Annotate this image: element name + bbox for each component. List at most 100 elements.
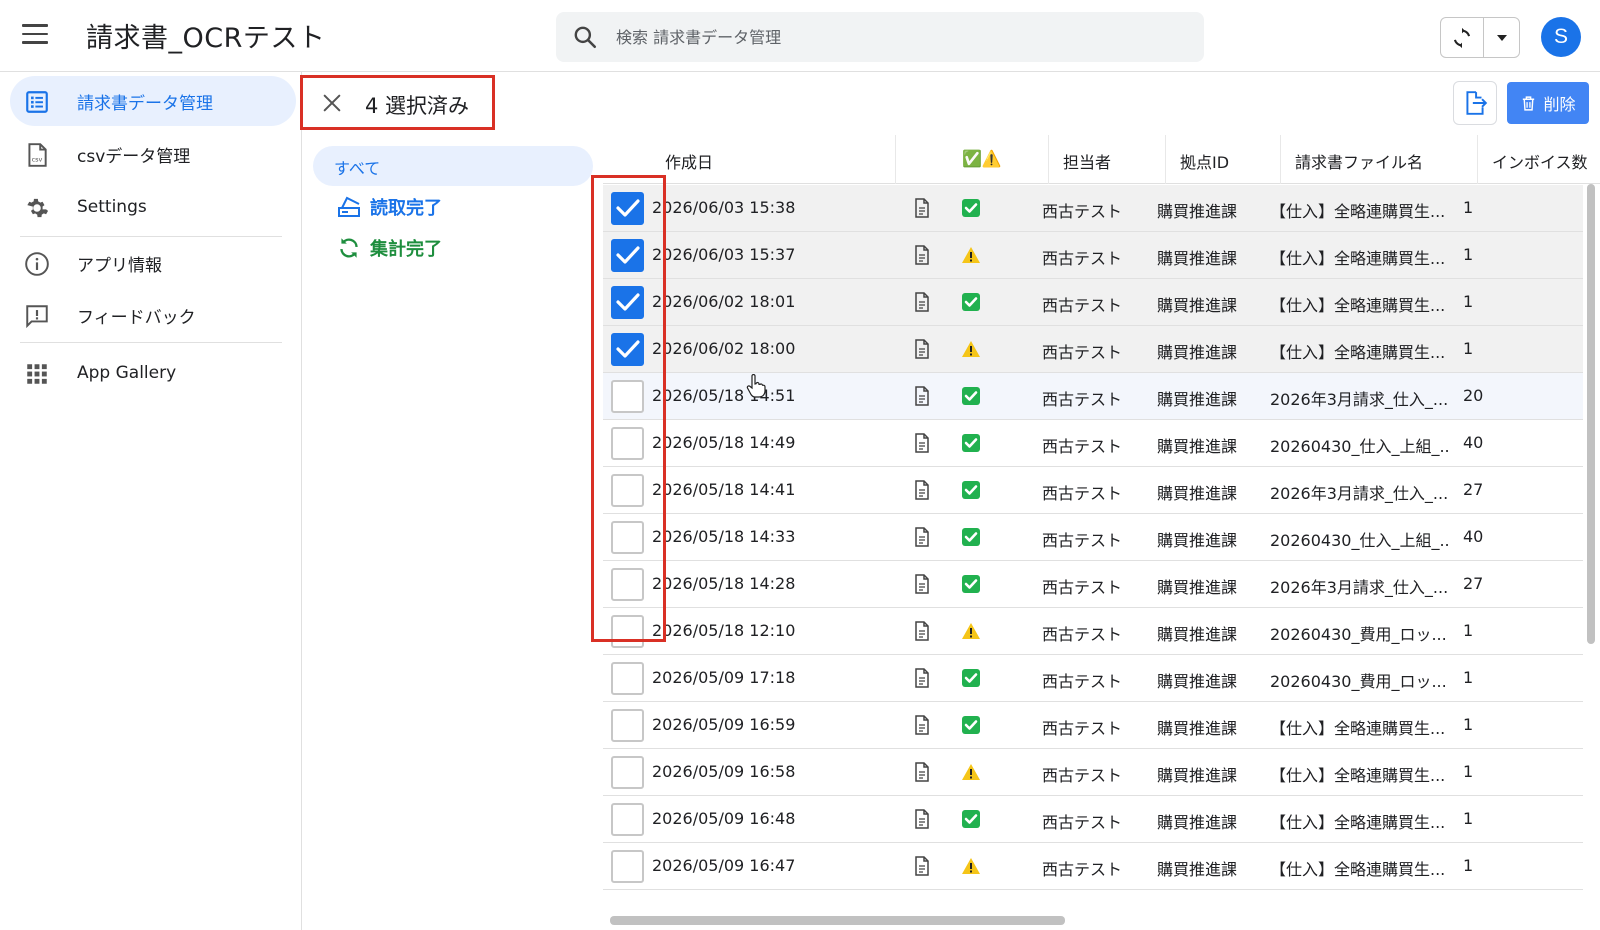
refresh-dropdown-button[interactable]: [1484, 18, 1519, 57]
table-row[interactable]: 2026/06/02 18:00 西古テスト 購買推進課 【仕入】全略連購買生... 1: [603, 326, 1583, 373]
table-row[interactable]: 2026/05/09 16:47 西古テスト 購買推進課 【仕入】全略連購買生... 1: [603, 843, 1583, 890]
document-icon[interactable]: [913, 433, 931, 453]
table-row[interactable]: 2026/05/09 16:58 西古テスト 購買推進課 【仕入】全略連購買生... 1: [603, 749, 1583, 796]
sidebar-item-app-gallery[interactable]: App Gallery: [10, 348, 296, 398]
cell-file-name: 2026年3月請求_仕入_...: [1270, 390, 1449, 409]
sidebar-item-invoice-data[interactable]: 請求書データ管理: [10, 76, 296, 126]
close-icon[interactable]: [321, 92, 343, 114]
cell-invoice-count: 1: [1463, 198, 1474, 217]
warning-status-icon: [961, 339, 981, 359]
table-row[interactable]: 2026/05/18 14:33 西古テスト 購買推進課 20260430_仕入_上組…: [603, 514, 1583, 561]
document-icon[interactable]: [913, 762, 931, 782]
table-row[interactable]: 2026/05/09 16:59 西古テスト 購買推進課 【仕入】全略連購買生... 1: [603, 702, 1583, 749]
row-checkbox[interactable]: [611, 286, 644, 319]
column-divider: [1280, 135, 1281, 184]
column-header-site-id[interactable]: 拠点ID: [1180, 149, 1229, 173]
table-row[interactable]: 2026/05/09 17:18 西古テスト 購買推進課 20260430_費用_ロッ…: [603, 655, 1583, 702]
sync-icon: [340, 238, 358, 258]
sidebar-item-csv-data[interactable]: csv csvデータ管理: [10, 129, 296, 179]
document-icon[interactable]: [913, 480, 931, 500]
table-row[interactable]: 2026/06/03 15:37 西古テスト 購買推進課 【仕入】全略連購買生... 1: [603, 232, 1583, 279]
table-row[interactable]: 2026/06/03 15:38 西古テスト 購買推進課 【仕入】全略連購買生... 1: [603, 185, 1583, 232]
refresh-button[interactable]: [1441, 18, 1485, 57]
sidebar-item-settings[interactable]: Settings: [10, 182, 296, 232]
document-icon[interactable]: [913, 715, 931, 735]
row-checkbox[interactable]: [611, 850, 644, 883]
row-checkbox[interactable]: [611, 474, 644, 507]
row-checkbox[interactable]: [611, 709, 644, 742]
cell-created-date: 2026/06/03 15:37: [652, 245, 796, 264]
document-icon[interactable]: [913, 339, 931, 359]
document-icon[interactable]: [913, 386, 931, 406]
table-row[interactable]: 2026/05/09 16:48 西古テスト 購買推進課 【仕入】全略連購買生... 1: [603, 796, 1583, 843]
export-button[interactable]: [1453, 81, 1497, 125]
scanner-icon: [338, 196, 360, 217]
app-bar: 請求書_OCRテスト S: [0, 0, 1600, 72]
document-icon[interactable]: [913, 856, 931, 876]
search-bar[interactable]: [556, 12, 1204, 62]
table-row[interactable]: 2026/05/18 14:28 西古テスト 購買推進課 2026年3月請求_仕入_.…: [603, 561, 1583, 608]
document-icon[interactable]: [913, 527, 931, 547]
info-icon: [25, 252, 49, 276]
cell-owner: 西古テスト: [1042, 343, 1123, 362]
row-checkbox[interactable]: [611, 380, 644, 413]
avatar[interactable]: S: [1541, 17, 1581, 57]
export-icon: [1466, 91, 1488, 115]
filter-aggregate-complete-label: 集計完了: [370, 239, 442, 260]
row-checkbox[interactable]: [611, 615, 644, 648]
cell-owner: 西古テスト: [1042, 437, 1123, 456]
list-document-icon: [26, 91, 48, 113]
row-checkbox[interactable]: [611, 662, 644, 695]
row-checkbox[interactable]: [611, 756, 644, 789]
row-checkbox[interactable]: [611, 333, 644, 366]
cell-owner: 西古テスト: [1042, 578, 1123, 597]
row-checkbox[interactable]: [611, 427, 644, 460]
document-icon[interactable]: [913, 245, 931, 265]
cell-created-date: 2026/05/18 14:41: [652, 480, 796, 499]
table-row[interactable]: 2026/05/18 14:41 西古テスト 購買推進課 2026年3月請求_仕入_.…: [603, 467, 1583, 514]
column-header-created[interactable]: 作成日: [665, 149, 713, 173]
row-checkbox[interactable]: [611, 192, 644, 225]
sidebar-item-label: 請求書データ管理: [77, 93, 213, 114]
column-header-owner[interactable]: 担当者: [1063, 149, 1111, 173]
delete-button[interactable]: 削除: [1507, 82, 1589, 124]
filter-read-complete[interactable]: 読取完了: [336, 192, 442, 222]
document-icon[interactable]: [913, 198, 931, 218]
table-row[interactable]: 2026/05/18 14:49 西古テスト 購買推進課 20260430_仕入_上組…: [603, 420, 1583, 467]
document-icon[interactable]: [913, 292, 931, 312]
menu-icon[interactable]: [22, 24, 48, 46]
document-icon[interactable]: [913, 668, 931, 688]
filter-aggregate-complete[interactable]: 集計完了: [336, 233, 442, 263]
vertical-scrollbar[interactable]: [1587, 184, 1595, 644]
cell-file-name: 2026年3月請求_仕入_...: [1270, 484, 1449, 503]
column-header-invoice-count[interactable]: インボイス数: [1492, 149, 1592, 173]
cell-file-name: 【仕入】全略連購買生...: [1270, 813, 1446, 832]
row-checkbox[interactable]: [611, 803, 644, 836]
check-status-icon: [961, 574, 981, 594]
row-checkbox[interactable]: [611, 521, 644, 554]
row-checkbox[interactable]: [611, 568, 644, 601]
table-header: 作成日 ✅⚠️ 担当者 拠点ID 請求書ファイル名 インボイス数: [603, 135, 1600, 184]
cell-site-id: 購買推進課: [1157, 813, 1238, 832]
horizontal-scrollbar[interactable]: [610, 916, 1065, 925]
cell-owner: 西古テスト: [1042, 813, 1123, 832]
row-checkbox[interactable]: [611, 239, 644, 272]
search-icon: [574, 26, 597, 49]
gear-icon: [27, 198, 49, 218]
document-icon[interactable]: [913, 621, 931, 641]
search-input[interactable]: [616, 12, 1186, 62]
cell-file-name: 【仕入】全略連購買生...: [1270, 249, 1446, 268]
document-icon[interactable]: [913, 574, 931, 594]
cell-owner: 西古テスト: [1042, 672, 1123, 691]
refresh-button-group: [1440, 17, 1520, 58]
table-row[interactable]: 2026/05/18 12:10 西古テスト 購買推進課 20260430_費用_ロッ…: [603, 608, 1583, 655]
filter-all-label: すべて: [334, 159, 381, 178]
table-row[interactable]: 2026/06/02 18:01 西古テスト 購買推進課 【仕入】全略連購買生... 1: [603, 279, 1583, 326]
filter-all[interactable]: すべて: [313, 146, 593, 186]
column-header-status[interactable]: ✅⚠️: [962, 149, 1002, 168]
column-header-file-name[interactable]: 請求書ファイル名: [1295, 149, 1423, 173]
document-icon[interactable]: [913, 809, 931, 829]
checkmark-icon: [616, 340, 640, 358]
sidebar-item-feedback[interactable]: フィードバック: [10, 290, 296, 340]
sidebar-item-app-info[interactable]: アプリ情報: [10, 238, 296, 288]
